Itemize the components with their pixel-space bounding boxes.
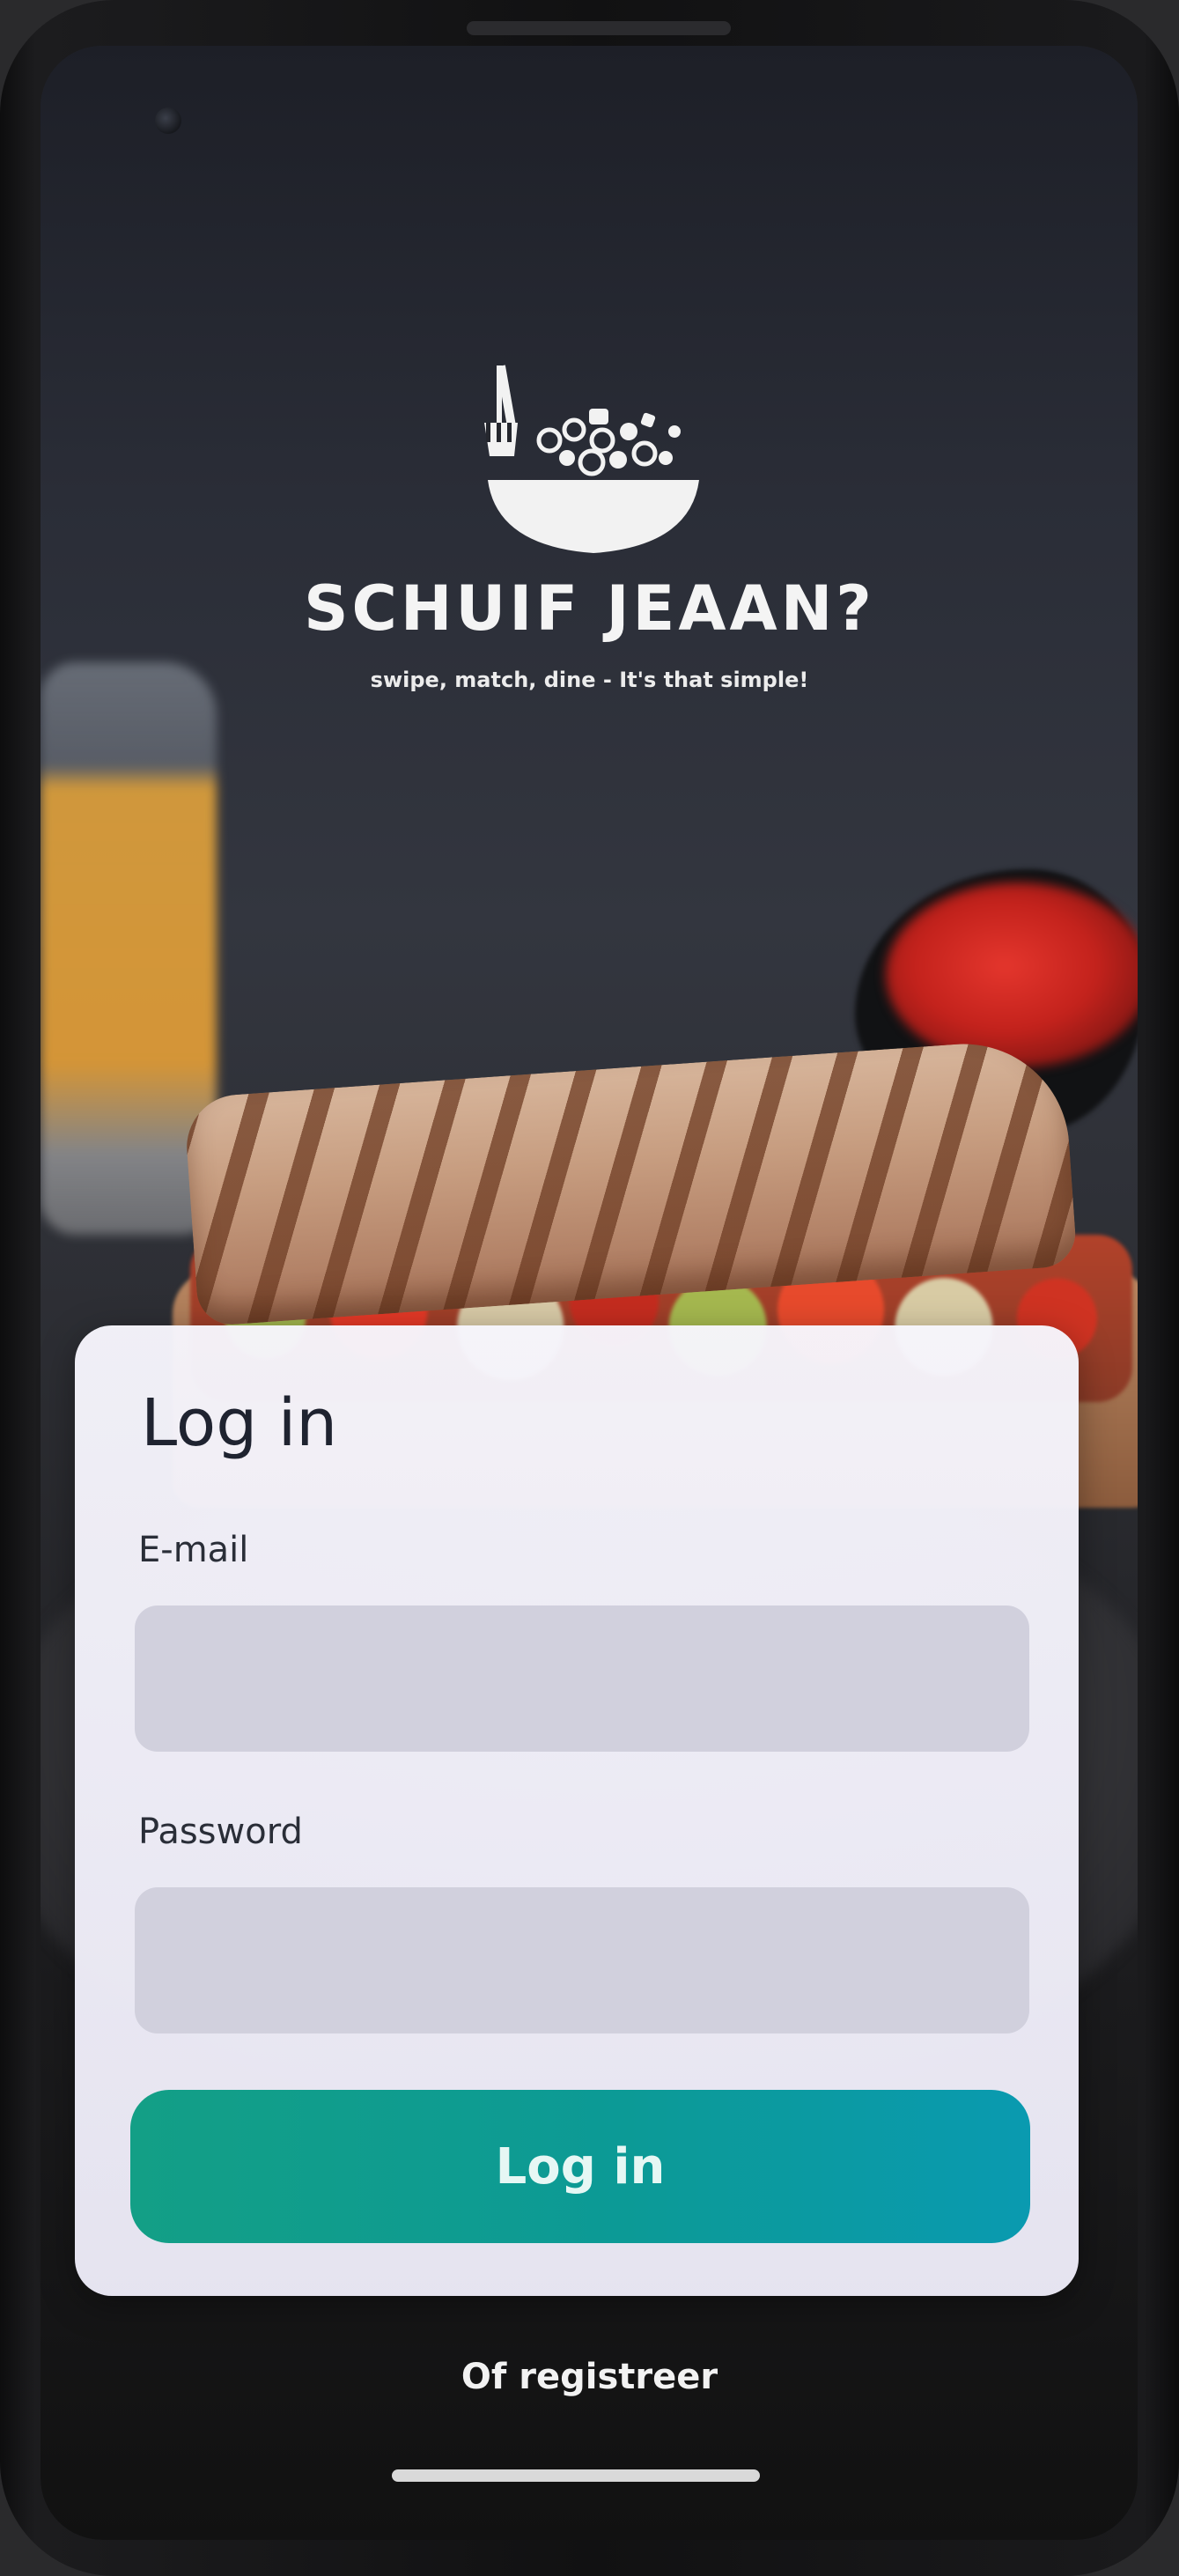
home-indicator[interactable] bbox=[392, 2469, 760, 2482]
email-field[interactable] bbox=[135, 1605, 1029, 1752]
bowl-with-fork-icon bbox=[484, 365, 699, 553]
app-tagline: swipe, match, dine - It's that simple! bbox=[370, 668, 809, 692]
password-field[interactable] bbox=[135, 1887, 1029, 2033]
front-camera bbox=[155, 107, 181, 134]
app-name: SCHUIF JEAAN? bbox=[304, 572, 875, 645]
login-card: Log in E-mail Password Log in bbox=[75, 1325, 1079, 2296]
stage: SCHUIF JEAAN? swipe, match, dine - It's … bbox=[0, 0, 1179, 2576]
register-link[interactable]: Of registreer bbox=[0, 2357, 1179, 2397]
password-label: Password bbox=[138, 1812, 303, 1852]
login-button[interactable]: Log in bbox=[130, 2090, 1030, 2243]
phone-speaker-grille bbox=[467, 21, 731, 35]
login-title: Log in bbox=[141, 1385, 338, 1461]
email-label: E-mail bbox=[138, 1530, 249, 1570]
background-bowl-tomatoes bbox=[886, 882, 1138, 1067]
